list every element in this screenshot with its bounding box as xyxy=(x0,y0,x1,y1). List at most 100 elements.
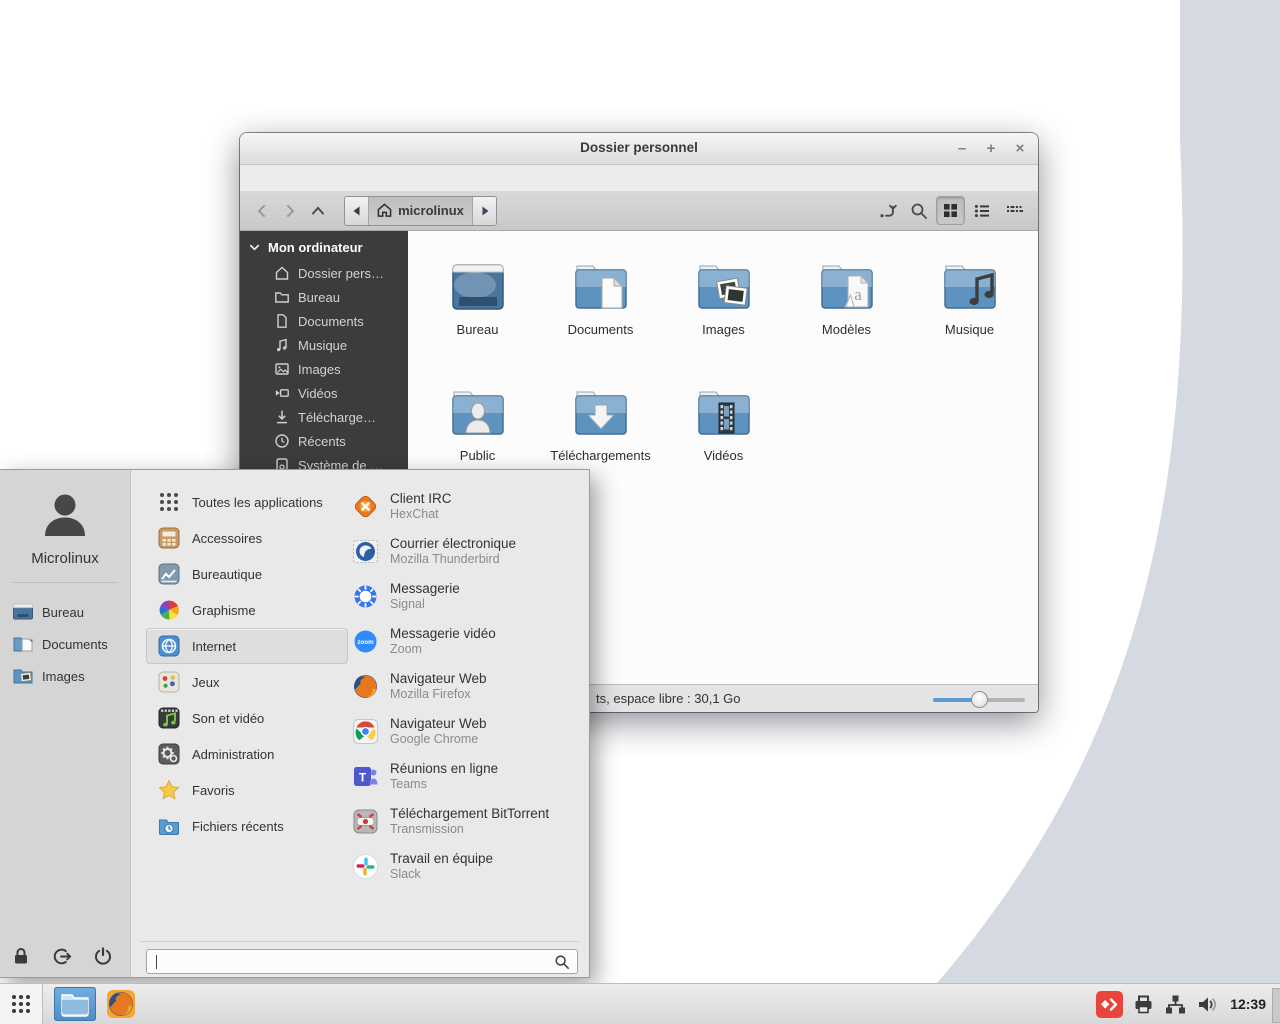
menu-app-item[interactable]: zoom Messagerie vidéo Zoom xyxy=(352,619,584,664)
recent-icon xyxy=(157,814,181,838)
menu-app-item[interactable]: Messagerie Signal xyxy=(352,574,584,619)
folder-icon xyxy=(60,991,90,1017)
file-label: Documents xyxy=(568,322,634,337)
sidebar-place-label: Télécharge… xyxy=(298,410,376,425)
text-caret xyxy=(156,955,157,969)
teams-icon: T xyxy=(352,763,379,790)
back-button[interactable] xyxy=(248,197,276,225)
sidebar-section-computer[interactable]: Mon ordinateur xyxy=(240,231,408,261)
user-divider xyxy=(12,582,118,583)
menubar-item[interactable] xyxy=(336,174,354,182)
menu-category-item[interactable]: Fichiers récents xyxy=(146,808,348,844)
menu-category-item[interactable]: Accessoires xyxy=(146,520,348,556)
menu-shortcut-item[interactable]: Images xyxy=(0,660,130,692)
menu-categories: Toutes les applications Accessoires Bure… xyxy=(146,484,348,844)
file-item[interactable]: Musique xyxy=(908,255,1031,381)
file-item[interactable]: Images xyxy=(662,255,785,381)
menu-search-input[interactable] xyxy=(146,949,578,974)
file-item[interactable]: Vidéos xyxy=(662,381,785,507)
logout-button[interactable] xyxy=(49,943,75,969)
menu-category-label: Bureautique xyxy=(192,567,262,582)
menu-category-item[interactable]: Favoris xyxy=(146,772,348,808)
view-icons-button[interactable] xyxy=(937,197,964,224)
app-title: Messagerie xyxy=(390,581,460,597)
file-item[interactable]: a Modèles xyxy=(785,255,908,381)
path-scroll-left-button[interactable] xyxy=(345,197,368,225)
sidebar-place-item[interactable]: Dossier pers… xyxy=(240,261,408,285)
menubar-item[interactable] xyxy=(264,174,282,182)
menu-app-item[interactable]: Travail en équipe Slack xyxy=(352,844,584,889)
folder-icon xyxy=(274,289,290,305)
show-desktop-button[interactable] xyxy=(1272,988,1280,1023)
office-icon xyxy=(157,562,181,586)
sidebar-place-label: Musique xyxy=(298,338,347,353)
path-scroll-right-button[interactable] xyxy=(472,197,496,225)
clock[interactable]: 12:39 xyxy=(1230,996,1266,1012)
menu-app-item[interactable]: Navigateur Web Google Chrome xyxy=(352,709,584,754)
file-label: Modèles xyxy=(822,322,871,337)
volume-tray-icon[interactable] xyxy=(1196,993,1219,1016)
app-subtitle: Teams xyxy=(390,777,498,792)
firefox-launcher[interactable] xyxy=(102,987,140,1021)
zoom-slider[interactable] xyxy=(933,690,1025,708)
file-label: Musique xyxy=(945,322,994,337)
menu-category-item[interactable]: Administration xyxy=(146,736,348,772)
menubar-item[interactable] xyxy=(282,174,300,182)
file-item[interactable]: Bureau xyxy=(416,255,539,381)
triangle-right-icon xyxy=(479,205,491,217)
menu-category-item[interactable]: Son et vidéo xyxy=(146,700,348,736)
menu-app-item[interactable]: Téléchargement BitTorrent Transmission xyxy=(352,799,584,844)
menubar-item[interactable] xyxy=(300,174,318,182)
printer-tray-icon[interactable] xyxy=(1132,993,1155,1016)
sidebar-place-item[interactable]: Documents xyxy=(240,309,408,333)
sidebar-place-item[interactable]: Images xyxy=(240,357,408,381)
zoom-slider-thumb[interactable] xyxy=(971,691,988,708)
sidebar-place-item[interactable]: Récents xyxy=(240,429,408,453)
titlebar[interactable]: Dossier personnel – + × xyxy=(240,133,1038,165)
close-button[interactable]: × xyxy=(1012,141,1028,157)
menu-category-item[interactable]: Jeux xyxy=(146,664,348,700)
games-icon xyxy=(157,670,181,694)
minimize-button[interactable]: – xyxy=(954,141,970,157)
menu-category-item[interactable]: Graphisme xyxy=(146,592,348,628)
up-button[interactable] xyxy=(304,197,332,225)
applications-menu: Microlinux Bureau Documents Images xyxy=(0,469,590,978)
folder-document-icon xyxy=(568,255,634,319)
menu-category-item[interactable]: Internet xyxy=(146,628,348,664)
menu-shortcut-item[interactable]: Bureau xyxy=(0,596,130,628)
open-location-button[interactable] xyxy=(873,197,901,225)
update-arrow-icon xyxy=(1100,996,1119,1013)
app-title: Courrier électronique xyxy=(390,536,516,552)
menu-shortcut-item[interactable]: Documents xyxy=(0,628,130,660)
menu-category-item[interactable]: Bureautique xyxy=(146,556,348,592)
menu-user-panel: Microlinux Bureau Documents Images xyxy=(0,470,131,977)
file-item[interactable]: Documents xyxy=(539,255,662,381)
forward-button[interactable] xyxy=(276,197,304,225)
menu-category-item[interactable]: Toutes les applications xyxy=(146,484,348,520)
sidebar-place-item[interactable]: Bureau xyxy=(240,285,408,309)
path-location-button[interactable]: microlinux xyxy=(368,197,472,225)
menu-app-item[interactable]: T Réunions en ligne Teams xyxy=(352,754,584,799)
file-manager-task-button[interactable] xyxy=(54,987,96,1021)
menu-app-item[interactable]: Client IRC HexChat xyxy=(352,484,584,529)
power-button[interactable] xyxy=(90,943,116,969)
menu-app-item[interactable]: Navigateur Web Mozilla Firefox xyxy=(352,664,584,709)
updater-tray-icon[interactable] xyxy=(1096,991,1123,1018)
sidebar-place-item[interactable]: Vidéos xyxy=(240,381,408,405)
accessories-icon xyxy=(157,526,181,550)
menu-app-item[interactable]: Courrier électronique Mozilla Thunderbir… xyxy=(352,529,584,574)
view-compact-button[interactable] xyxy=(1000,197,1028,225)
menubar-item[interactable] xyxy=(318,174,336,182)
network-tray-icon[interactable] xyxy=(1164,993,1187,1016)
lock-screen-button[interactable] xyxy=(8,943,34,969)
firefox-icon xyxy=(352,673,379,700)
maximize-button[interactable]: + xyxy=(983,141,999,157)
sidebar-place-item[interactable]: Télécharge… xyxy=(240,405,408,429)
menubar-item[interactable] xyxy=(246,174,264,182)
menu-category-label: Accessoires xyxy=(192,531,262,546)
sidebar-place-item[interactable]: Musique xyxy=(240,333,408,357)
applications-menu-button[interactable] xyxy=(0,984,43,1024)
search-icon xyxy=(910,202,928,220)
view-list-button[interactable] xyxy=(968,197,996,225)
search-button[interactable] xyxy=(905,197,933,225)
